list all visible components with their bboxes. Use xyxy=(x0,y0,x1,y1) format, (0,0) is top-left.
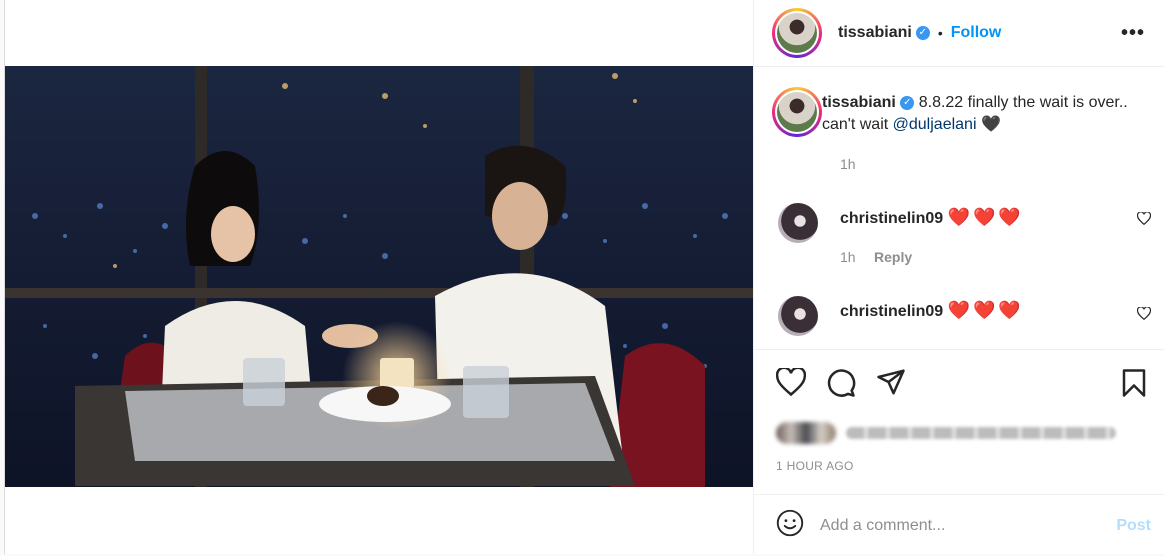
author-username[interactable]: tissabiani xyxy=(838,24,912,42)
comment-text: ❤️❤️❤️ xyxy=(947,300,1024,320)
comment-item: christinelin09 ❤️❤️❤️ xyxy=(840,207,1024,228)
comment-text: ❤️❤️❤️ xyxy=(947,207,1024,227)
liked-by-row[interactable] xyxy=(776,422,1116,444)
post-header: tissabiani ✓ • Follow ••• xyxy=(754,0,1164,67)
caption-avatar[interactable] xyxy=(772,87,822,137)
comments-list[interactable]: tissabiani ✓ 8.8.22 finally the wait is … xyxy=(754,67,1164,349)
post-side-panel: tissabiani ✓ • Follow ••• tissabiani ✓ 8… xyxy=(754,0,1164,554)
post-photo[interactable] xyxy=(5,66,753,487)
header-separator: • xyxy=(937,25,943,41)
liked-by-text xyxy=(846,427,1116,439)
bookmark-icon[interactable] xyxy=(1121,368,1147,403)
follow-button[interactable]: Follow xyxy=(951,24,1002,42)
comment-like-heart-icon[interactable] xyxy=(1136,306,1152,323)
reply-button[interactable]: Reply xyxy=(874,249,912,265)
comment-username[interactable]: christinelin09 xyxy=(840,210,943,227)
post-actions: 1 HOUR AGO Post xyxy=(754,349,1164,555)
comment-time[interactable]: 1h xyxy=(840,249,856,265)
share-icon[interactable] xyxy=(876,368,906,401)
caption-username[interactable]: tissabiani xyxy=(822,94,896,111)
comment-icon[interactable] xyxy=(826,368,856,403)
post-media-area xyxy=(5,0,754,554)
comment-avatar[interactable] xyxy=(778,203,818,243)
comment-input[interactable] xyxy=(818,515,1102,536)
heart-icon[interactable] xyxy=(775,366,807,401)
add-comment-bar: Post xyxy=(754,494,1164,556)
comment-username[interactable]: christinelin09 xyxy=(840,303,943,320)
verified-badge-icon: ✓ xyxy=(900,95,915,110)
author-avatar-image xyxy=(777,13,817,53)
caption-time[interactable]: 1h xyxy=(840,156,856,172)
liked-by-avatars xyxy=(776,422,836,444)
author-avatar[interactable] xyxy=(772,8,822,58)
post-container: tissabiani ✓ • Follow ••• tissabiani ✓ 8… xyxy=(4,0,1164,554)
caption-emoji: 🖤 xyxy=(980,116,1001,133)
comment-meta: 1h Reply xyxy=(840,249,912,267)
more-options-icon[interactable]: ••• xyxy=(1121,22,1145,45)
photo-scene xyxy=(5,66,753,487)
comment-item: christinelin09 ❤️❤️❤️ xyxy=(840,300,1024,321)
post-timestamp[interactable]: 1 HOUR AGO xyxy=(776,459,854,473)
emoji-icon[interactable] xyxy=(776,509,804,542)
caption: tissabiani ✓ 8.8.22 finally the wait is … xyxy=(822,92,1142,136)
comment-like-heart-icon[interactable] xyxy=(1136,211,1152,228)
caption-mention[interactable]: @duljaelani xyxy=(893,116,977,133)
post-comment-button[interactable]: Post xyxy=(1116,517,1151,535)
comment-avatar[interactable] xyxy=(778,296,818,336)
verified-badge-icon: ✓ xyxy=(915,26,930,40)
